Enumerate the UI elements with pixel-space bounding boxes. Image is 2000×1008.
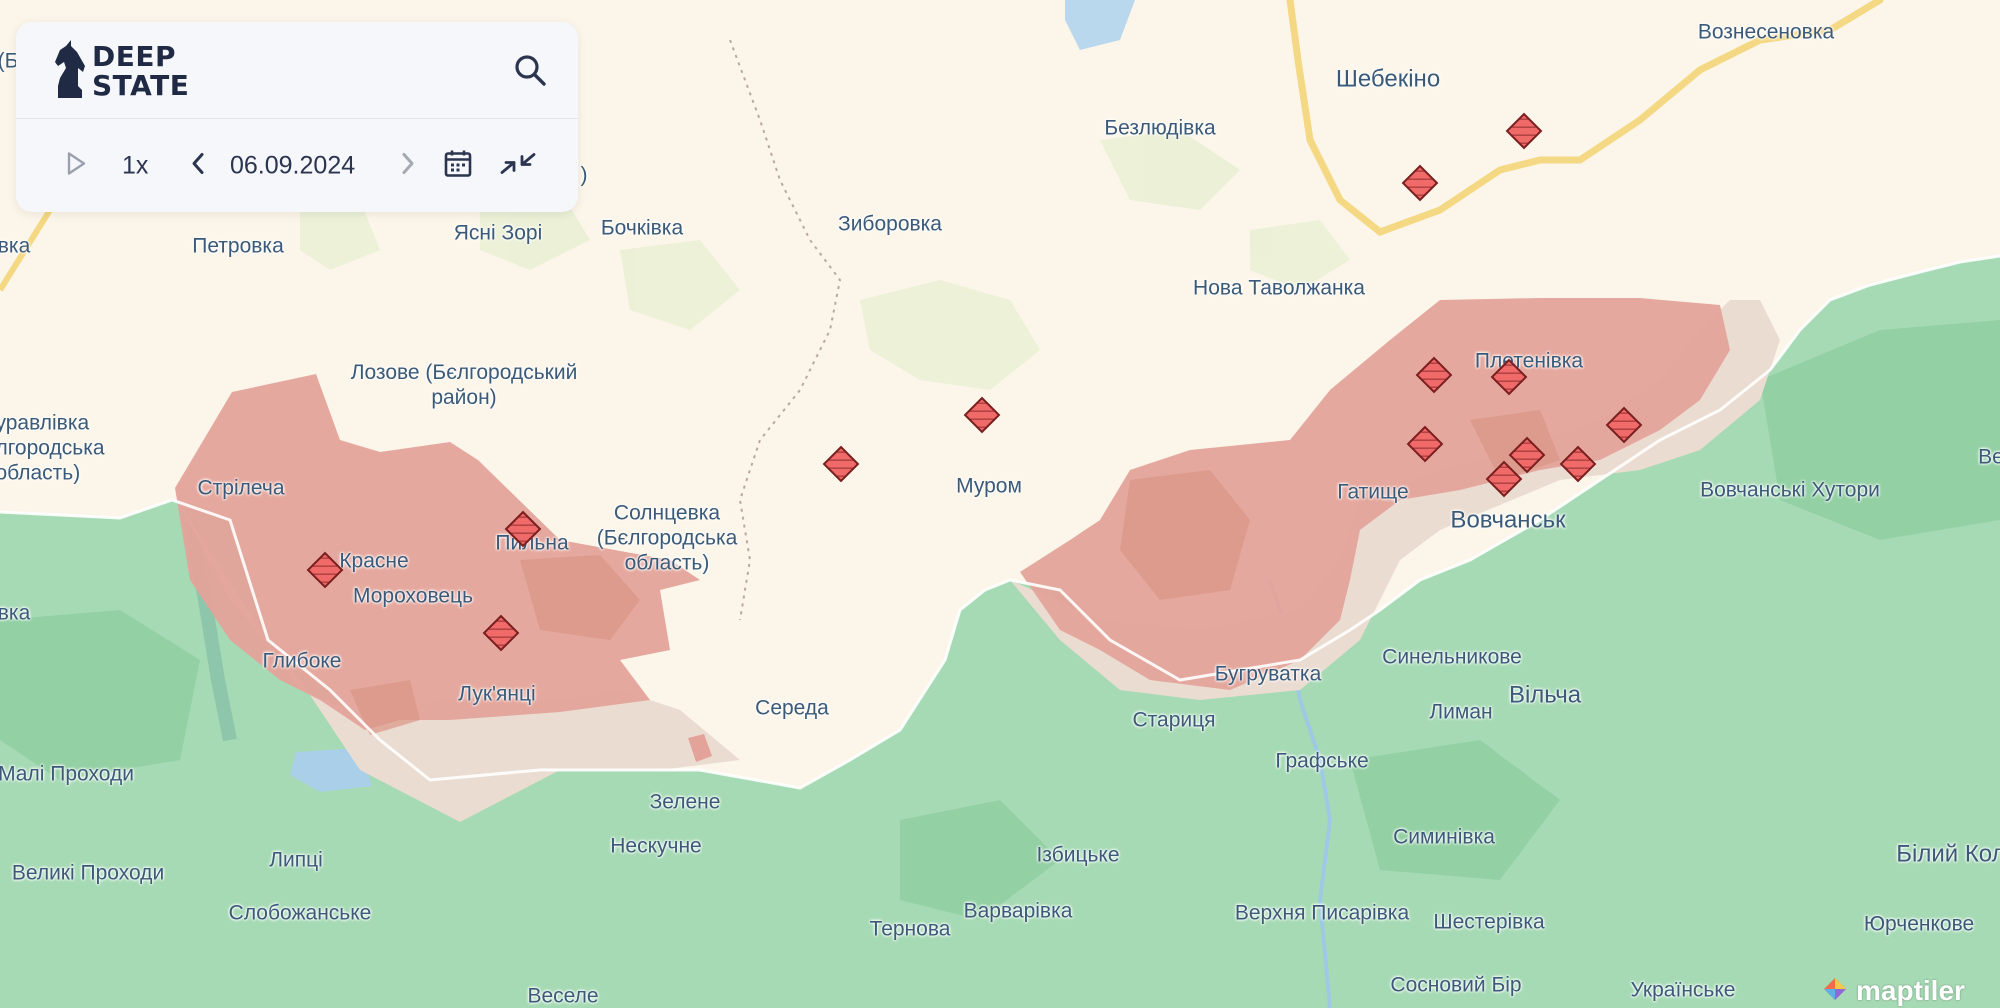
label-edge-paren: ) bbox=[580, 163, 588, 187]
chevron-right-icon bbox=[402, 152, 414, 174]
label-vilcha: Вільча bbox=[1508, 681, 1582, 709]
label-edge-vka2: вка bbox=[0, 601, 31, 625]
label-zelene: Зелене bbox=[649, 790, 721, 814]
marker-morokhovets[interactable] bbox=[481, 613, 521, 653]
label-mali-prokhody: Малі Проходи bbox=[0, 762, 134, 786]
label-neskuchne: Нескучне bbox=[610, 834, 702, 858]
label-starytsia: Стариця bbox=[1132, 708, 1216, 732]
maptiler-logo-icon bbox=[1824, 978, 1846, 1000]
label-sosnovyi-bir: Сосновий Бір bbox=[1390, 973, 1522, 997]
label-voznesenovka: Вознесеновка bbox=[1697, 20, 1835, 44]
label-yurchenkove: Юрченкове bbox=[1863, 912, 1975, 936]
label-morokhovets: Мороховець bbox=[352, 584, 474, 608]
label-bugruvatka: Бугруватка bbox=[1214, 662, 1322, 686]
attribution-text: maptiler bbox=[1856, 975, 1965, 1006]
next-date-button[interactable] bbox=[398, 150, 418, 181]
deepstate-logo[interactable]: DEEP STATE bbox=[52, 38, 212, 102]
label-edge-ve: Ве bbox=[1978, 445, 2000, 469]
logo-line-2: STATE bbox=[92, 69, 190, 102]
prev-date-button[interactable] bbox=[188, 150, 208, 181]
marker-pletenivka-1[interactable] bbox=[1414, 355, 1454, 395]
label-slobozhanske: Слобожанське bbox=[228, 901, 372, 925]
label-ukrainske: Українське bbox=[1630, 978, 1736, 1002]
timeline-controls: 1x 06.09.2024 bbox=[16, 119, 578, 212]
label-hlyboke: Глибоке bbox=[262, 649, 342, 673]
label-varvarivka: Варварівка bbox=[963, 899, 1073, 923]
current-date[interactable]: 06.09.2024 bbox=[230, 151, 355, 180]
logo-wordmark: DEEP STATE bbox=[92, 42, 189, 100]
label-grafske: Графське bbox=[1275, 749, 1369, 773]
label-vovchanski-khutory: Вовчанські Хутори bbox=[1700, 478, 1880, 502]
label-zhuravlivka: уравлівка лгородська область) bbox=[0, 411, 105, 485]
collapse-arrows-icon bbox=[500, 152, 536, 174]
label-shesterivka: Шестерівка bbox=[1433, 910, 1545, 934]
play-icon bbox=[67, 151, 86, 175]
label-shebekino: Шебекіно bbox=[1335, 65, 1441, 93]
label-ternova: Тернова bbox=[869, 917, 951, 941]
marker-shebekino-1[interactable] bbox=[1504, 111, 1544, 151]
map-canvas[interactable]: Шебекіно Вознесеновка Безлюдівка Петровк… bbox=[0, 0, 2000, 1008]
control-panel: DEEP STATE 1x 06.09.2024 bbox=[16, 22, 578, 212]
label-petrovka: Петровка bbox=[192, 234, 284, 258]
label-lozove: Лозове (Бєлгородський район) bbox=[350, 361, 578, 409]
label-synelnykove: Синельникове bbox=[1382, 645, 1522, 669]
search-button[interactable] bbox=[512, 52, 548, 88]
label-zyborovka: Зиборовка bbox=[838, 212, 942, 236]
label-izbytske: Ізбицьке bbox=[1036, 843, 1120, 867]
label-bochkivka: Бочківка bbox=[600, 216, 684, 240]
label-bezliudivka: Безлюдівка bbox=[1104, 116, 1216, 140]
label-edge-vka: вка bbox=[0, 234, 31, 258]
label-symynivka: Симинівка bbox=[1393, 825, 1495, 849]
marker-gatyshche[interactable] bbox=[1405, 424, 1445, 464]
speed-toggle[interactable]: 1x bbox=[122, 151, 148, 180]
label-lyman: Лиман bbox=[1429, 700, 1493, 724]
label-strilecha: Стрілеча bbox=[197, 476, 285, 500]
label-serednia: Середа bbox=[755, 696, 829, 720]
marker-vovchansk-3[interactable] bbox=[1484, 459, 1524, 499]
label-verkhnia-pysarivka: Верхня Писарівка bbox=[1234, 901, 1410, 925]
marker-pletenivka-2[interactable] bbox=[1489, 357, 1529, 397]
marker-shebekino-2[interactable] bbox=[1400, 163, 1440, 203]
knight-logo-icon bbox=[55, 40, 85, 98]
marker-murom-2[interactable] bbox=[821, 444, 861, 484]
marker-pylna[interactable] bbox=[503, 509, 543, 549]
play-button[interactable] bbox=[64, 150, 88, 181]
label-yasni-zori: Ясні Зорі bbox=[453, 221, 543, 245]
label-velyki-prokhody: Великі Проходи bbox=[11, 861, 165, 885]
chevron-left-icon bbox=[192, 152, 204, 174]
calendar-button[interactable] bbox=[443, 148, 473, 183]
label-murom: Муром bbox=[956, 474, 1022, 498]
marker-pletenivka-3[interactable] bbox=[1604, 405, 1644, 445]
label-vesele: Веселе bbox=[527, 984, 599, 1008]
search-icon bbox=[515, 55, 546, 86]
calendar-icon bbox=[444, 150, 472, 177]
compare-button[interactable] bbox=[500, 148, 536, 183]
marker-krasne[interactable] bbox=[305, 550, 345, 590]
label-gatyshche: Гатище bbox=[1337, 480, 1409, 504]
logo-line-1: DEEP bbox=[92, 40, 177, 73]
label-solntsevka: Солнцевка (Бєлгородська область) bbox=[596, 501, 738, 575]
attribution-maptiler[interactable]: maptiler bbox=[1814, 974, 2000, 1008]
label-nova-tavolzhanka: Нова Таволжанка bbox=[1193, 276, 1365, 300]
label-vovchansk: Вовчанськ bbox=[1450, 506, 1566, 534]
label-krasne: Красне bbox=[339, 549, 409, 573]
label-bilyi-kolodiaz: Білий Кол bbox=[1896, 840, 2000, 868]
panel-header: DEEP STATE bbox=[16, 22, 578, 119]
marker-vovchansk-2[interactable] bbox=[1558, 444, 1598, 484]
label-lukiantsi: Лук'янці bbox=[458, 682, 536, 706]
label-lyptsi: Липці bbox=[269, 848, 323, 872]
marker-murom-1[interactable] bbox=[962, 395, 1002, 435]
